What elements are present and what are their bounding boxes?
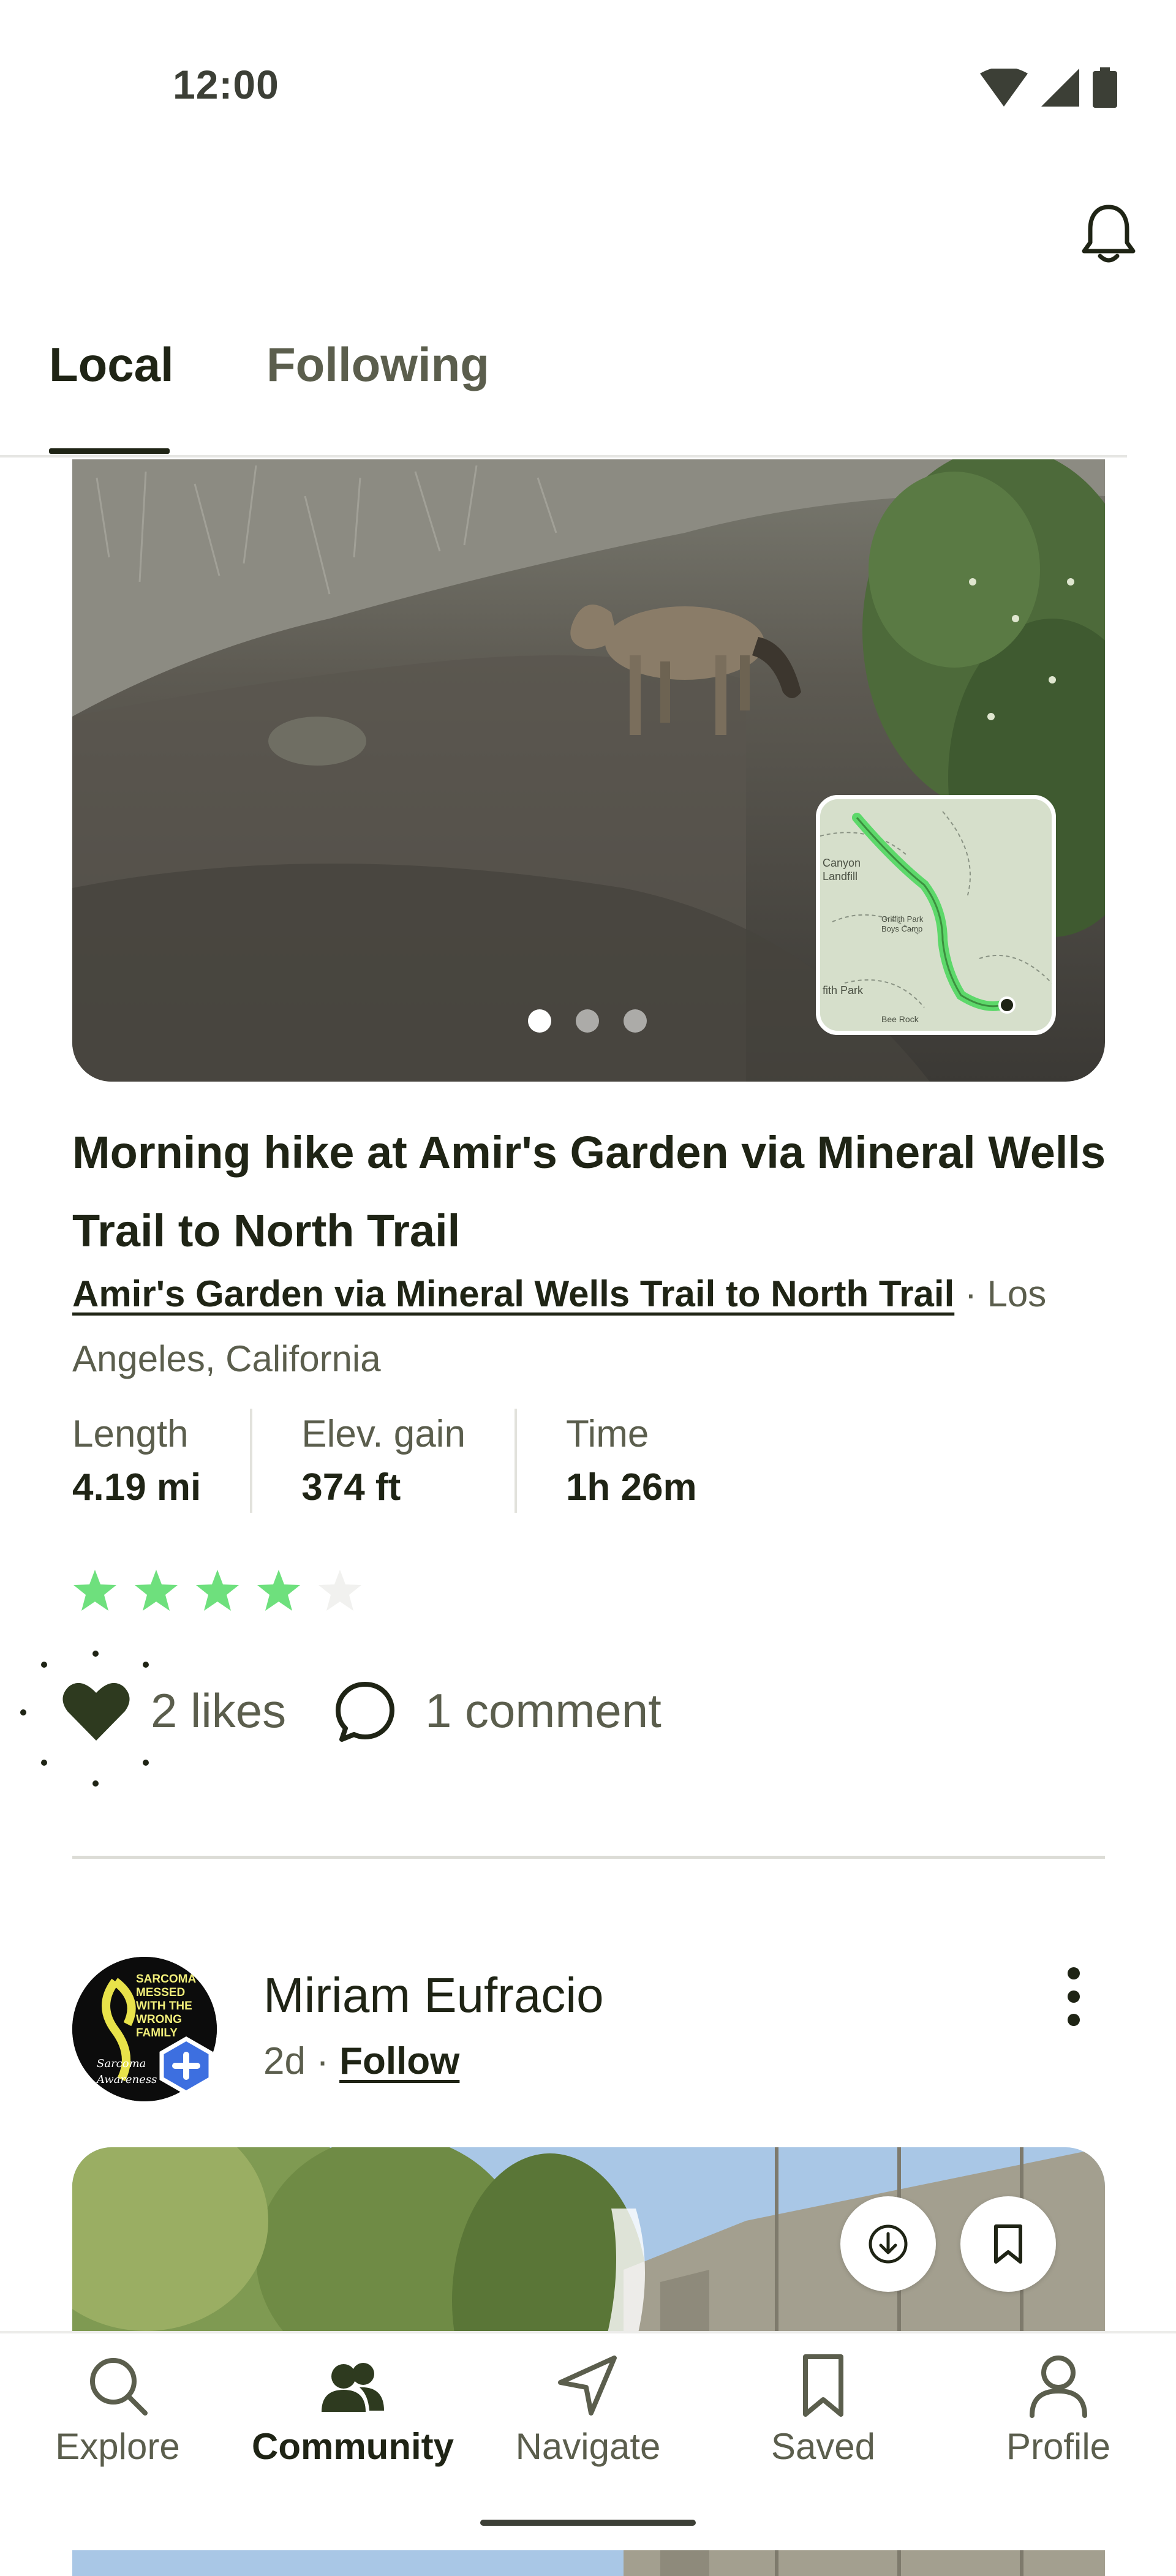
stat-value: 374 ft: [301, 1466, 401, 1508]
stat-time: Time 1h 26m: [514, 1409, 746, 1513]
author-name[interactable]: Miriam Eufracio: [263, 1967, 604, 2024]
meta-separator: ·: [305, 2040, 340, 2082]
status-time: 12:00: [173, 62, 279, 107]
map-label-bee-rock: Bee Rock: [881, 1014, 919, 1024]
map-label-griffith: Griffith Park: [881, 914, 924, 924]
avatar-text: Sarcoma: [97, 2057, 146, 2070]
stat-value: 1h 26m: [565, 1466, 697, 1508]
status-bar: 12:00: [0, 0, 1176, 171]
map-label-landfill: Landfill: [823, 870, 858, 883]
avatar-text: WITH THE: [136, 2000, 192, 2013]
plus-member-badge-icon: [159, 2036, 213, 2095]
nav-navigate[interactable]: Navigate: [470, 2352, 706, 2468]
wifi-icon: [980, 69, 1028, 107]
avatar-text: WRONG: [136, 2013, 182, 2026]
nav-profile[interactable]: Profile: [941, 2352, 1176, 2468]
tab-local[interactable]: Local: [49, 337, 174, 393]
tabs-divider: [0, 455, 1127, 458]
avatar-text: MESSED: [136, 1986, 185, 1999]
tab-following[interactable]: Following: [266, 337, 489, 393]
community-icon: [322, 2363, 384, 2412]
nav-explore[interactable]: Explore: [0, 2352, 235, 2468]
nav-label: Community: [252, 2426, 454, 2467]
activity-stats: Length 4.19 mi Elev. gain 374 ft Time 1h…: [72, 1409, 746, 1525]
signal-icon: [1041, 69, 1079, 107]
route-map-thumbnail[interactable]: Canyon Landfill Griffith Park Boys Camp …: [816, 795, 1056, 1035]
comment-icon[interactable]: [333, 1679, 397, 1743]
post-meta: 2d · Follow: [263, 2039, 459, 2083]
star-icon: [257, 1570, 300, 1611]
post-divider: [72, 1856, 1105, 1859]
star-icon: [318, 1570, 361, 1611]
pagination-dot[interactable]: [624, 1009, 647, 1033]
stat-label: Time: [565, 1413, 649, 1455]
avatar-text: Awareness: [96, 2073, 157, 2086]
search-icon: [90, 2358, 148, 2416]
nav-label: Navigate: [515, 2426, 661, 2467]
bookmark-icon: [994, 2224, 1022, 2264]
download-button[interactable]: [840, 2196, 936, 2292]
star-icon: [135, 1570, 178, 1611]
nav-community[interactable]: Community: [235, 2352, 470, 2468]
feed-tabs: Local Following: [0, 318, 1176, 459]
nav-label: Saved: [771, 2426, 876, 2467]
active-tab-indicator: [49, 448, 170, 454]
stat-label: Elev. gain: [301, 1413, 466, 1455]
bookmark-icon: [803, 2354, 843, 2417]
status-icons: [980, 67, 1117, 108]
save-post-button[interactable]: [960, 2196, 1056, 2292]
pagination-dot[interactable]: [528, 1009, 551, 1033]
star-icon: [196, 1570, 239, 1611]
likes-count[interactable]: 2 likes: [151, 1683, 286, 1739]
trail-info: Amir's Garden via Mineral Wells Trail to…: [72, 1262, 1089, 1392]
nav-label: Explore: [55, 2426, 180, 2467]
stat-elevation: Elev. gain 374 ft: [250, 1409, 514, 1513]
map-label-boys-camp: Boys Camp: [881, 924, 922, 933]
post-time: 2d: [263, 2040, 306, 2082]
battery-icon: [1093, 67, 1117, 108]
download-icon: [869, 2224, 908, 2264]
stat-value: 4.19 mi: [72, 1466, 202, 1508]
pagination-dot[interactable]: [576, 1009, 599, 1033]
activity-title[interactable]: Morning hike at Amir's Garden via Minera…: [72, 1113, 1114, 1270]
photo-pagination: [528, 1009, 647, 1033]
nav-label: Profile: [1006, 2426, 1111, 2467]
bell-icon[interactable]: [1079, 202, 1138, 266]
more-options-icon[interactable]: [1060, 1966, 1088, 2027]
trail-link[interactable]: Amir's Garden via Mineral Wells Trail to…: [72, 1273, 954, 1314]
like-burst-effect: [20, 1651, 149, 1787]
stat-length: Length 4.19 mi: [72, 1409, 250, 1513]
route-map-image: Canyon Landfill Griffith Park Boys Camp …: [820, 799, 1052, 1031]
follow-button[interactable]: Follow: [339, 2040, 459, 2082]
rating-stars: [72, 1568, 363, 1613]
stat-label: Length: [72, 1413, 189, 1455]
star-icon: [74, 1570, 116, 1611]
avatar-text: SARCOMA: [136, 1973, 196, 1986]
comments-count[interactable]: 1 comment: [425, 1683, 662, 1739]
navigate-icon: [558, 2356, 617, 2416]
profile-icon: [1030, 2356, 1087, 2418]
trail-separator: ·: [954, 1273, 987, 1314]
like-heart-icon[interactable]: [61, 1679, 131, 1743]
nav-saved[interactable]: Saved: [706, 2352, 941, 2468]
map-label-canyon: Canyon: [823, 857, 861, 869]
home-indicator[interactable]: [480, 2520, 696, 2526]
map-label-fith-park: fith Park: [823, 984, 864, 996]
